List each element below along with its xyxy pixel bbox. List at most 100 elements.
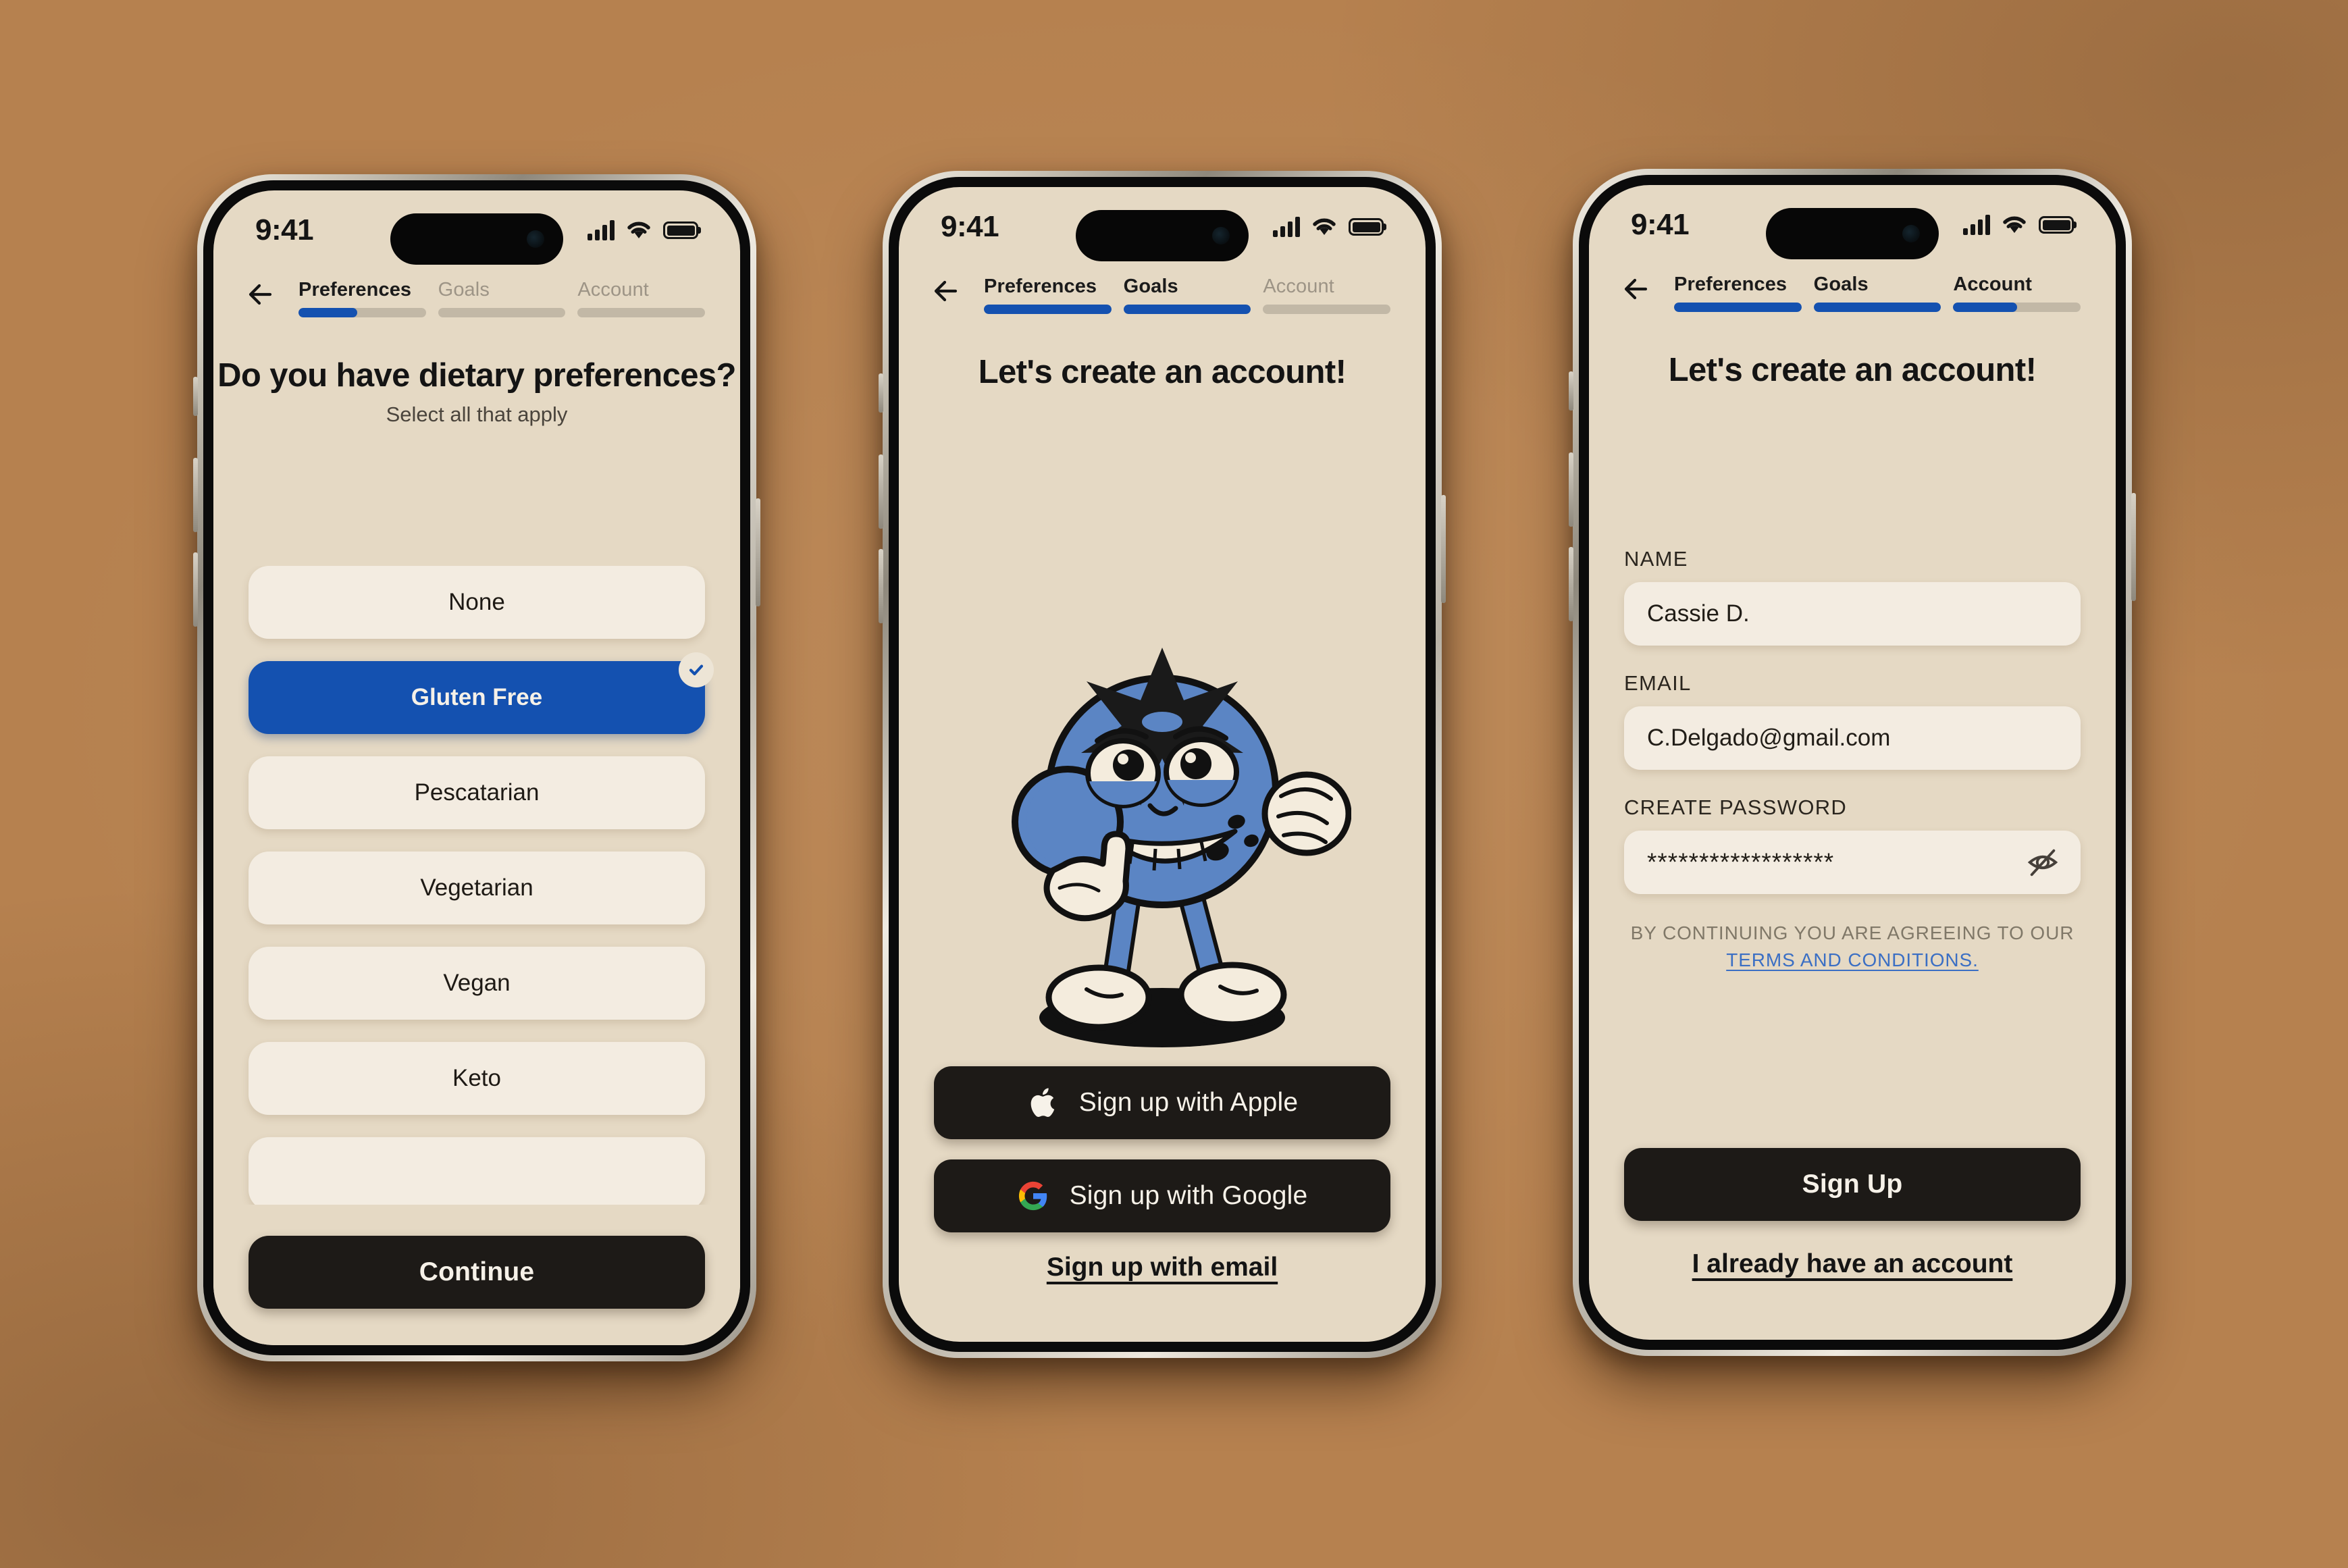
step-goals[interactable]: Goals — [438, 279, 566, 317]
dietary-option-vegetarian[interactable]: Vegetarian — [249, 852, 705, 924]
wifi-icon — [2003, 216, 2026, 233]
power-button[interactable] — [1441, 495, 1446, 603]
volume-up-button[interactable] — [1569, 452, 1573, 527]
step-preferences[interactable]: Preferences — [984, 276, 1112, 314]
screen-3: 9:41 Preferences Goals Account Let's cre… — [1589, 185, 2116, 1340]
signup-form: NAME Cassie D. EMAIL C.Delgado@gmail.com… — [1589, 547, 2116, 974]
sign-up-button[interactable]: Sign Up — [1624, 1148, 2081, 1221]
eye-off-icon[interactable] — [2025, 845, 2060, 880]
mute-switch[interactable] — [193, 377, 198, 416]
wooden-desk-background: 9:41 Preferences Goals Account Do you ha… — [0, 0, 2348, 1568]
back-arrow-icon[interactable] — [243, 276, 281, 313]
battery-full-icon — [663, 221, 698, 239]
dietary-option-label: None — [448, 589, 505, 615]
step-goals[interactable]: Goals — [1813, 273, 1941, 312]
battery-full-icon — [2039, 216, 2074, 234]
progress-header-3: Preferences Goals Account — [1589, 265, 2116, 312]
auth-buttons-group: Sign up with Apple Sign up with Google S… — [899, 1066, 1426, 1282]
sign-up-with-google-button[interactable]: Sign up with Google — [934, 1159, 1390, 1232]
volume-up-button[interactable] — [879, 454, 883, 529]
screen-1: 9:41 Preferences Goals Account Do you ha… — [213, 190, 740, 1345]
dynamic-island — [1076, 210, 1249, 261]
apple-logo-icon — [1026, 1087, 1059, 1119]
progress-track-preferences — [298, 308, 426, 317]
page-title-1: Do you have dietary preferences? — [217, 357, 736, 394]
page-title-3: Let's create an account! — [1668, 352, 2037, 388]
signup-actions: Sign Up I already have an account — [1589, 1148, 2116, 1279]
google-button-label: Sign up with Google — [1069, 1181, 1308, 1210]
volume-down-button[interactable] — [1569, 547, 1573, 621]
dietary-option-partial[interactable] — [249, 1137, 705, 1210]
dietary-option-keto[interactable]: Keto — [249, 1042, 705, 1115]
status-bar: 9:41 — [1589, 185, 2116, 265]
step-preferences[interactable]: Preferences — [298, 279, 426, 317]
progress-track-preferences — [1674, 303, 1802, 312]
dietary-option-pescatarian[interactable]: Pescatarian — [249, 756, 705, 829]
password-input[interactable]: ****************** — [1624, 831, 2081, 894]
step-label-preferences: Preferences — [984, 276, 1097, 297]
progress-track-account — [577, 308, 706, 317]
step-account[interactable]: Account — [1263, 276, 1391, 314]
dietary-option-label: Vegan — [443, 970, 511, 996]
check-icon — [679, 652, 714, 687]
blueberry-mascot-illustration — [899, 619, 1426, 1051]
dietary-option-none[interactable]: None — [249, 566, 705, 639]
mute-switch[interactable] — [1569, 371, 1573, 411]
step-label-goals: Goals — [1123, 276, 1178, 297]
terms-prefix: BY CONTINUING YOU ARE AGREEING TO OUR — [1630, 922, 2075, 943]
status-bar: 9:41 — [213, 190, 740, 270]
continue-button[interactable]: Continue — [249, 1236, 705, 1309]
name-field-label: NAME — [1624, 547, 1688, 571]
volume-up-button[interactable] — [193, 458, 198, 532]
back-arrow-icon[interactable] — [1619, 270, 1656, 308]
page-subtitle-1: Select all that apply — [386, 402, 568, 426]
sign-up-with-email-link[interactable]: Sign up with email — [934, 1253, 1390, 1282]
dietary-option-label: Gluten Free — [411, 684, 543, 710]
step-label-goals: Goals — [1813, 273, 1869, 295]
progress-track-account — [1263, 305, 1391, 314]
footer-bar-1: Continue — [213, 1205, 740, 1345]
step-account[interactable]: Account — [1953, 273, 2081, 312]
cellular-signal-icon — [1963, 215, 1990, 235]
page-title-2: Let's create an account! — [978, 354, 1347, 390]
email-input[interactable]: C.Delgado@gmail.com — [1624, 706, 2081, 770]
step-preferences[interactable]: Preferences — [1674, 273, 1802, 312]
name-input[interactable]: Cassie D. — [1624, 582, 2081, 646]
terms-and-conditions-link[interactable]: TERMS AND CONDITIONS. — [1726, 949, 1979, 970]
step-label-preferences: Preferences — [298, 279, 412, 300]
already-have-account-link[interactable]: I already have an account — [1624, 1249, 2081, 1279]
dietary-option-label: Vegetarian — [420, 874, 533, 901]
step-label-preferences: Preferences — [1674, 273, 1788, 295]
screen-2: 9:41 Preferences Goals Account Let's cre… — [899, 187, 1426, 1342]
apple-button-label: Sign up with Apple — [1078, 1088, 1299, 1117]
status-time: 9:41 — [1631, 208, 1690, 241]
dynamic-island — [1766, 208, 1939, 259]
front-camera-icon — [527, 230, 544, 248]
volume-down-button[interactable] — [879, 549, 883, 623]
dietary-option-vegan[interactable]: Vegan — [249, 947, 705, 1020]
dietary-option-label: Pescatarian — [414, 779, 540, 806]
dietary-option-gluten-free[interactable]: Gluten Free — [249, 652, 714, 734]
terms-notice: BY CONTINUING YOU ARE AGREEING TO OUR TE… — [1624, 920, 2081, 974]
dietary-option-label: Keto — [452, 1065, 501, 1091]
step-goals[interactable]: Goals — [1123, 276, 1251, 314]
progress-track-goals — [438, 308, 566, 317]
volume-down-button[interactable] — [193, 552, 198, 627]
phone-3-account-form: 9:41 Preferences Goals Account Let's cre… — [1569, 169, 2136, 1356]
phone-1-dietary-preferences: 9:41 Preferences Goals Account Do you ha… — [193, 174, 760, 1361]
status-time: 9:41 — [255, 213, 314, 246]
step-label-account: Account — [577, 279, 649, 300]
sign-up-with-apple-button[interactable]: Sign up with Apple — [934, 1066, 1390, 1139]
progress-track-goals — [1123, 305, 1251, 314]
mute-switch[interactable] — [879, 373, 883, 413]
phone-2-create-account: 9:41 Preferences Goals Account Let's cre… — [879, 171, 1446, 1358]
email-field-label: EMAIL — [1624, 671, 1692, 695]
front-camera-icon — [1212, 227, 1230, 244]
power-button[interactable] — [2131, 493, 2136, 601]
step-account[interactable]: Account — [577, 279, 706, 317]
cellular-signal-icon — [588, 220, 615, 240]
google-logo-icon — [1017, 1180, 1049, 1212]
status-bar: 9:41 — [899, 187, 1426, 267]
power-button[interactable] — [756, 498, 760, 606]
back-arrow-icon[interactable] — [929, 272, 966, 310]
